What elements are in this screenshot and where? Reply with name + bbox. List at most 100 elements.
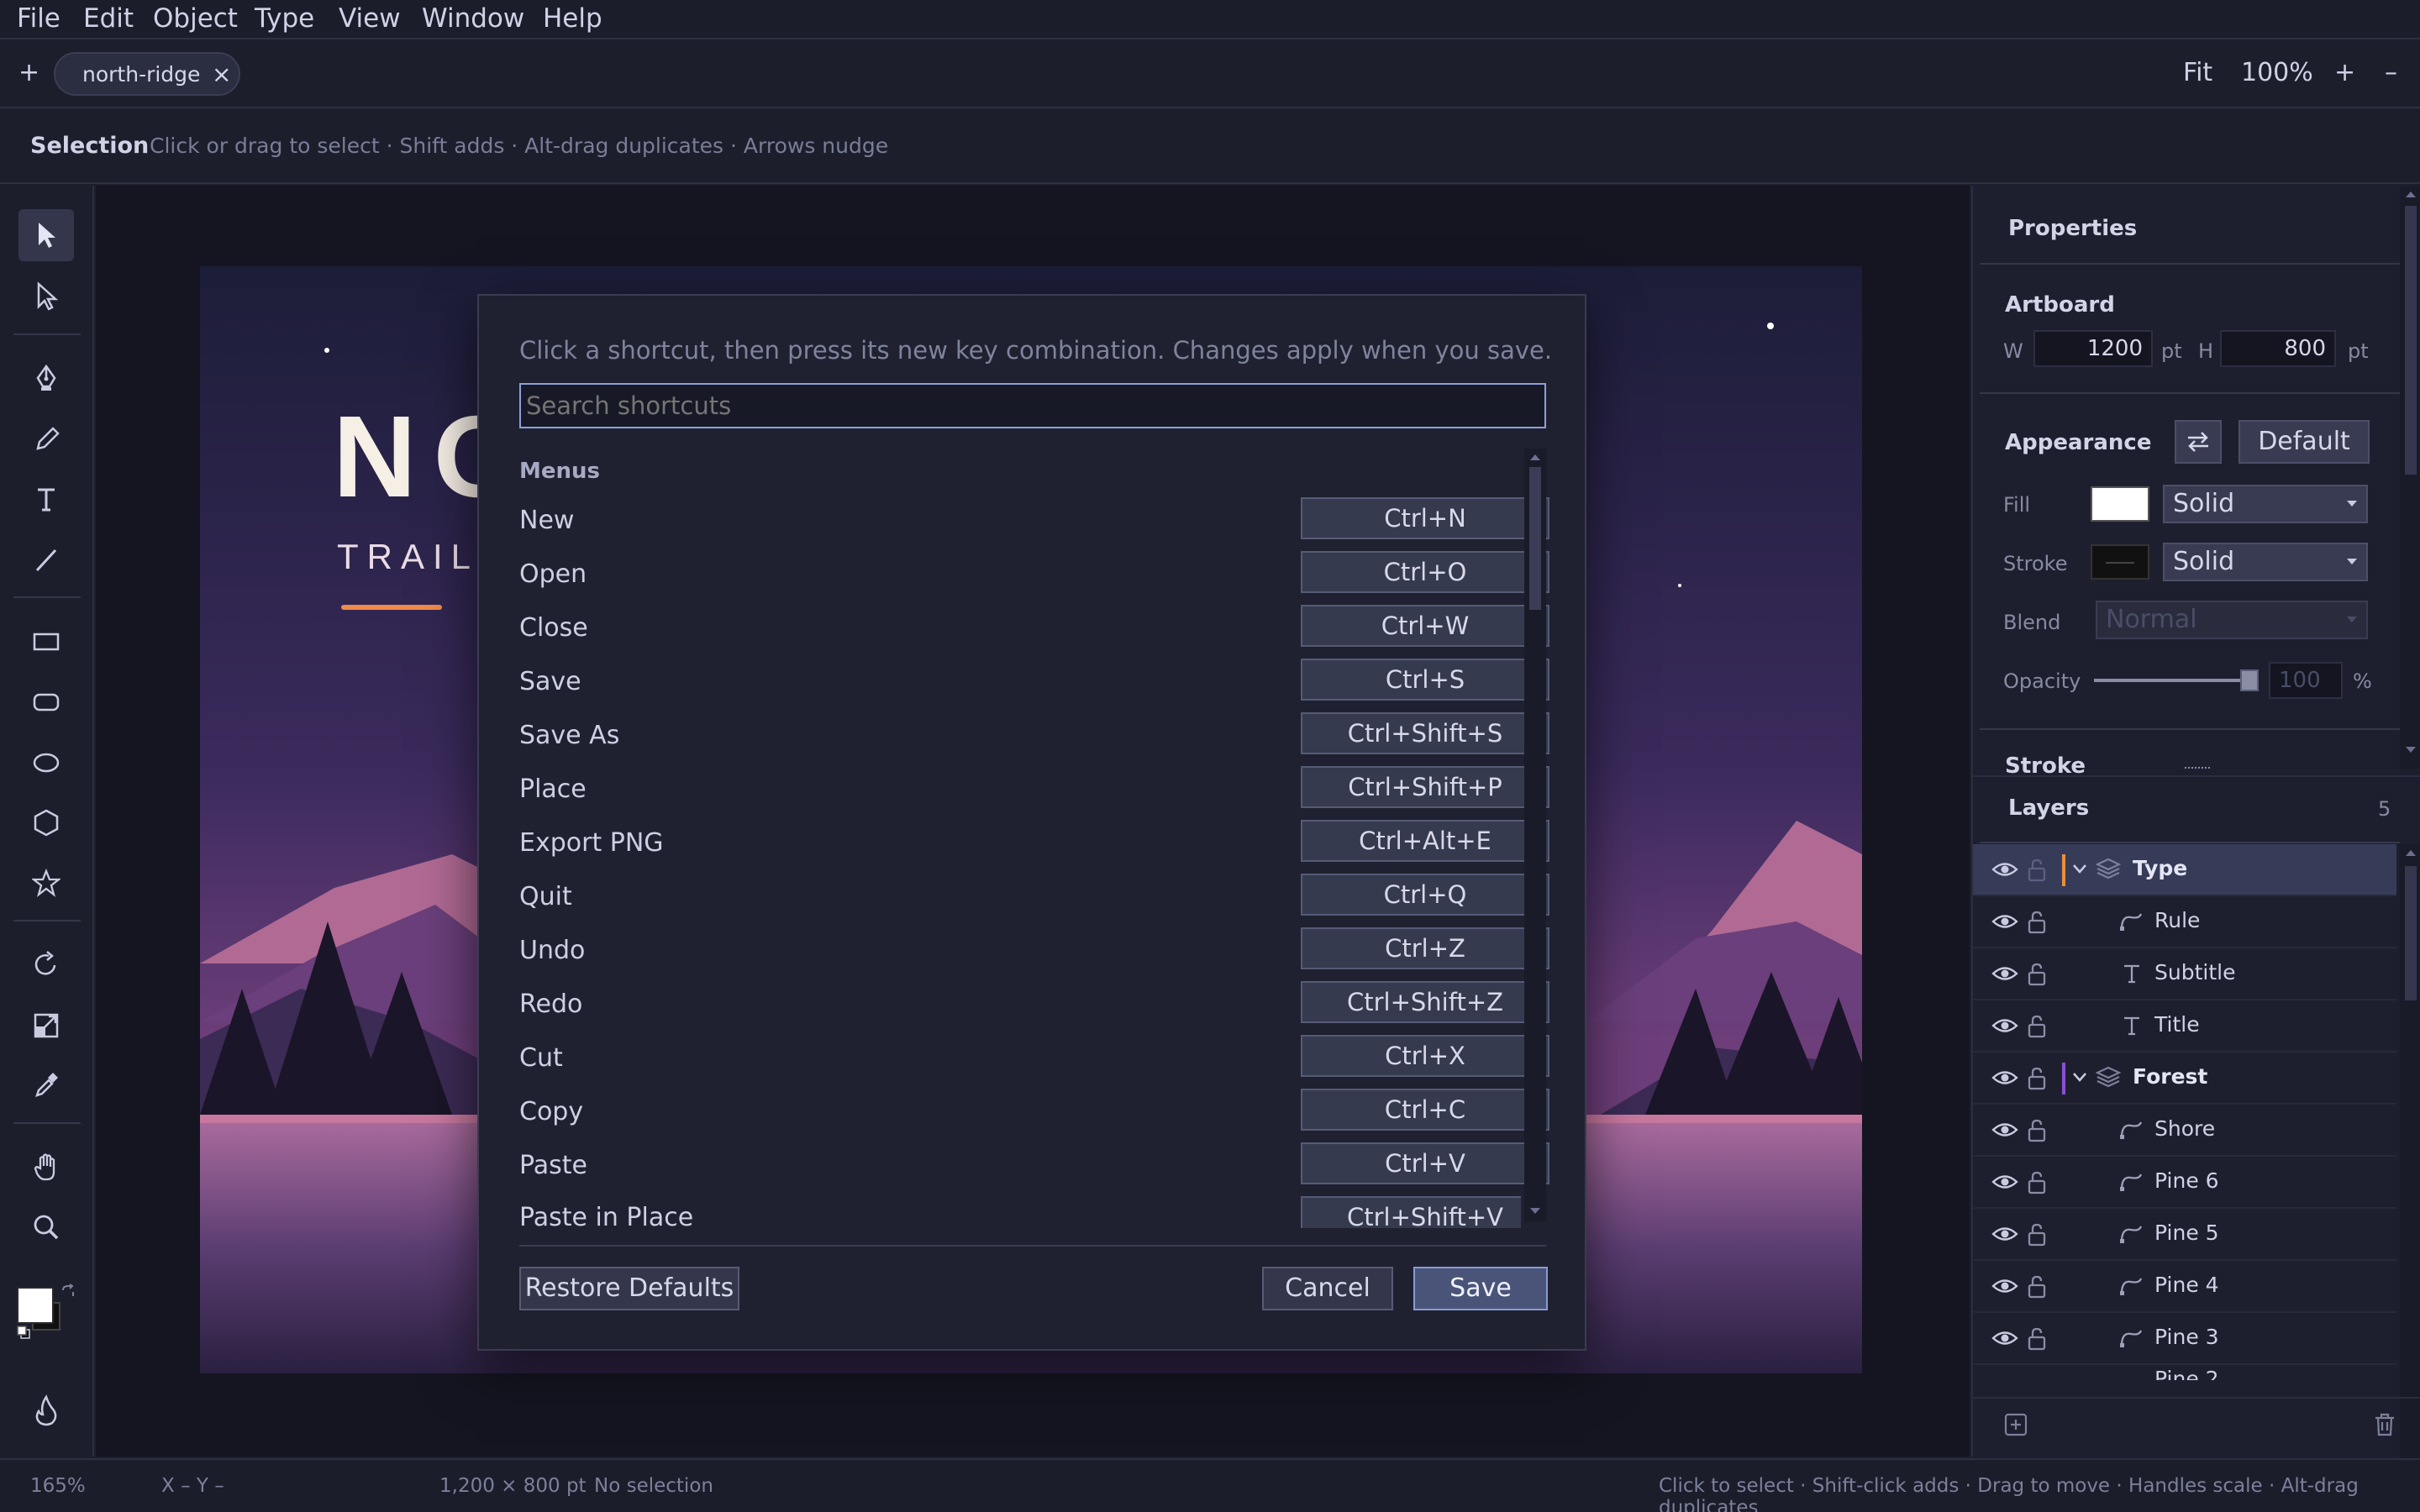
layer-row[interactable]: Pine 2 (1973, 1365, 2396, 1380)
fill-type-select[interactable]: Solid (2163, 485, 2368, 523)
shortcut-key-button[interactable]: Ctrl+X (1301, 1035, 1549, 1077)
unlock-icon[interactable] (2027, 911, 2047, 934)
chevron-down-icon[interactable] (2072, 1071, 2087, 1083)
save-button[interactable]: Save (1413, 1267, 1548, 1310)
layer-row-forest[interactable]: Forest (1973, 1053, 2396, 1105)
width-input[interactable]: 1200 (2033, 330, 2153, 367)
opacity-slider-track[interactable] (2094, 679, 2252, 682)
menu-file[interactable]: File (17, 3, 60, 34)
scale-tool[interactable] (18, 999, 74, 1051)
shortcut-row[interactable]: Save As Ctrl+Shift+S (519, 712, 1561, 766)
polygon-tool[interactable] (18, 796, 74, 848)
shortcut-row[interactable]: Save Ctrl+S (519, 659, 1561, 712)
eye-icon[interactable] (1991, 963, 2018, 984)
shortcut-row[interactable]: Redo Ctrl+Shift+Z (519, 981, 1561, 1035)
layer-row[interactable]: Pine 6 (1973, 1157, 2396, 1209)
scrollbar-thumb[interactable] (1529, 467, 1541, 610)
trash-icon[interactable] (2373, 1412, 2396, 1437)
shortcut-key-button[interactable]: Ctrl+Shift+Z (1301, 981, 1549, 1023)
shortcut-row[interactable]: Open Ctrl+O (519, 551, 1561, 605)
fill-color-swatch[interactable] (2091, 486, 2149, 522)
menu-type[interactable]: Type (255, 3, 314, 34)
eye-icon[interactable] (1991, 1327, 2018, 1349)
menu-window[interactable]: Window (422, 3, 524, 34)
unlock-icon[interactable] (2027, 1171, 2047, 1194)
rotate-tool[interactable] (18, 938, 74, 990)
rounded-rectangle-tool[interactable] (18, 675, 74, 727)
shortcut-row[interactable]: Quit Ctrl+Q (519, 874, 1561, 927)
chevron-down-icon[interactable] (2072, 863, 2087, 874)
menu-help[interactable]: Help (543, 3, 602, 34)
eye-icon[interactable] (1991, 1223, 2018, 1245)
default-appearance-button[interactable]: Default (2238, 420, 2370, 464)
shortcut-row[interactable]: Export PNG Ctrl+Alt+E (519, 820, 1561, 874)
selection-tool[interactable] (18, 209, 74, 261)
layer-row[interactable]: Pine 4 (1973, 1261, 2396, 1313)
shortcut-key-button[interactable]: Ctrl+Alt+E (1301, 820, 1549, 862)
scroll-up-arrow-icon[interactable] (2404, 189, 2417, 199)
zoom-tool[interactable] (18, 1201, 74, 1253)
fill-swatch[interactable] (17, 1287, 54, 1324)
shortcut-key-button[interactable]: Ctrl+C (1301, 1089, 1549, 1131)
scrollbar-thumb[interactable] (2405, 206, 2417, 475)
layer-row-type[interactable]: Type (1973, 844, 2396, 896)
stroke-type-select[interactable]: Solid (2163, 543, 2368, 581)
line-tool[interactable] (18, 533, 74, 585)
layer-row[interactable]: Rule (1973, 896, 2396, 948)
eye-icon[interactable] (1991, 1171, 2018, 1193)
cancel-button[interactable]: Cancel (1262, 1267, 1393, 1310)
shortcut-row[interactable]: Place Ctrl+Shift+P (519, 766, 1561, 820)
shortcut-key-button[interactable]: Ctrl+Z (1301, 927, 1549, 969)
scrollbar-thumb[interactable] (2405, 866, 2417, 1000)
shortcut-list-scrollbar[interactable] (1524, 449, 1546, 1221)
type-tool[interactable] (18, 473, 74, 525)
default-colors-icon[interactable] (17, 1326, 32, 1341)
properties-scrollbar[interactable] (2400, 186, 2420, 769)
layer-row[interactable]: Pine 3 (1973, 1313, 2396, 1365)
scroll-down-arrow-icon[interactable] (1528, 1206, 1542, 1216)
shortcut-key-button[interactable]: Ctrl+Q (1301, 874, 1549, 916)
document-tab[interactable]: north-ridge × (54, 52, 240, 96)
shortcut-row[interactable]: Paste in Place Ctrl+Shift+V (519, 1196, 1521, 1228)
menu-edit[interactable]: Edit (83, 3, 134, 34)
pen-tool[interactable] (18, 352, 74, 404)
shortcut-key-button[interactable]: Ctrl+O (1301, 551, 1549, 593)
new-tab-button[interactable]: + (18, 58, 39, 87)
menu-object[interactable]: Object (153, 3, 238, 34)
pencil-tool[interactable] (18, 412, 74, 465)
direct-selection-tool[interactable] (18, 270, 74, 323)
shortcut-row[interactable]: Close Ctrl+W (519, 605, 1561, 659)
height-input[interactable]: 800 (2220, 330, 2336, 367)
shortcut-key-button[interactable]: Ctrl+Shift+V (1301, 1196, 1521, 1228)
opacity-slider-thumb[interactable] (2240, 669, 2259, 691)
shortcut-row[interactable]: Paste Ctrl+V (519, 1142, 1561, 1196)
swap-appearance-button[interactable] (2175, 420, 2222, 464)
scroll-up-arrow-icon[interactable] (2404, 848, 2417, 858)
eye-icon[interactable] (1991, 1119, 2018, 1141)
shortcut-key-button[interactable]: Ctrl+V (1301, 1142, 1549, 1184)
unlock-icon[interactable] (2027, 963, 2047, 986)
unlock-icon[interactable] (2027, 1119, 2047, 1142)
menu-view[interactable]: View (339, 3, 401, 34)
shortcut-row[interactable]: Cut Ctrl+X (519, 1035, 1561, 1089)
eye-icon[interactable] (1991, 1067, 2018, 1089)
unlock-icon[interactable] (2027, 1327, 2047, 1351)
scroll-down-arrow-icon[interactable] (2404, 745, 2417, 755)
shortcut-key-button[interactable]: Ctrl+Shift+P (1301, 766, 1549, 808)
layer-row[interactable]: Shore (1973, 1105, 2396, 1157)
scroll-up-arrow-icon[interactable] (1528, 452, 1542, 462)
tab-close-icon[interactable]: × (212, 60, 231, 88)
shortcut-key-button[interactable]: Ctrl+Shift+S (1301, 712, 1549, 754)
restore-defaults-button[interactable]: Restore Defaults (519, 1267, 739, 1310)
unlock-icon[interactable] (2027, 1223, 2047, 1247)
layer-row[interactable]: Subtitle (1973, 948, 2396, 1000)
eye-icon[interactable] (1991, 1015, 2018, 1037)
ellipse-tool[interactable] (18, 736, 74, 788)
shortcut-key-button[interactable]: Ctrl+S (1301, 659, 1549, 701)
unlock-icon[interactable] (2027, 1015, 2047, 1038)
shortcut-key-button[interactable]: Ctrl+N (1301, 497, 1549, 539)
unlock-icon[interactable] (2027, 858, 2047, 882)
burn-tool[interactable] (18, 1384, 74, 1436)
hand-tool[interactable] (18, 1141, 74, 1193)
fit-button[interactable]: Fit (2183, 58, 2212, 87)
